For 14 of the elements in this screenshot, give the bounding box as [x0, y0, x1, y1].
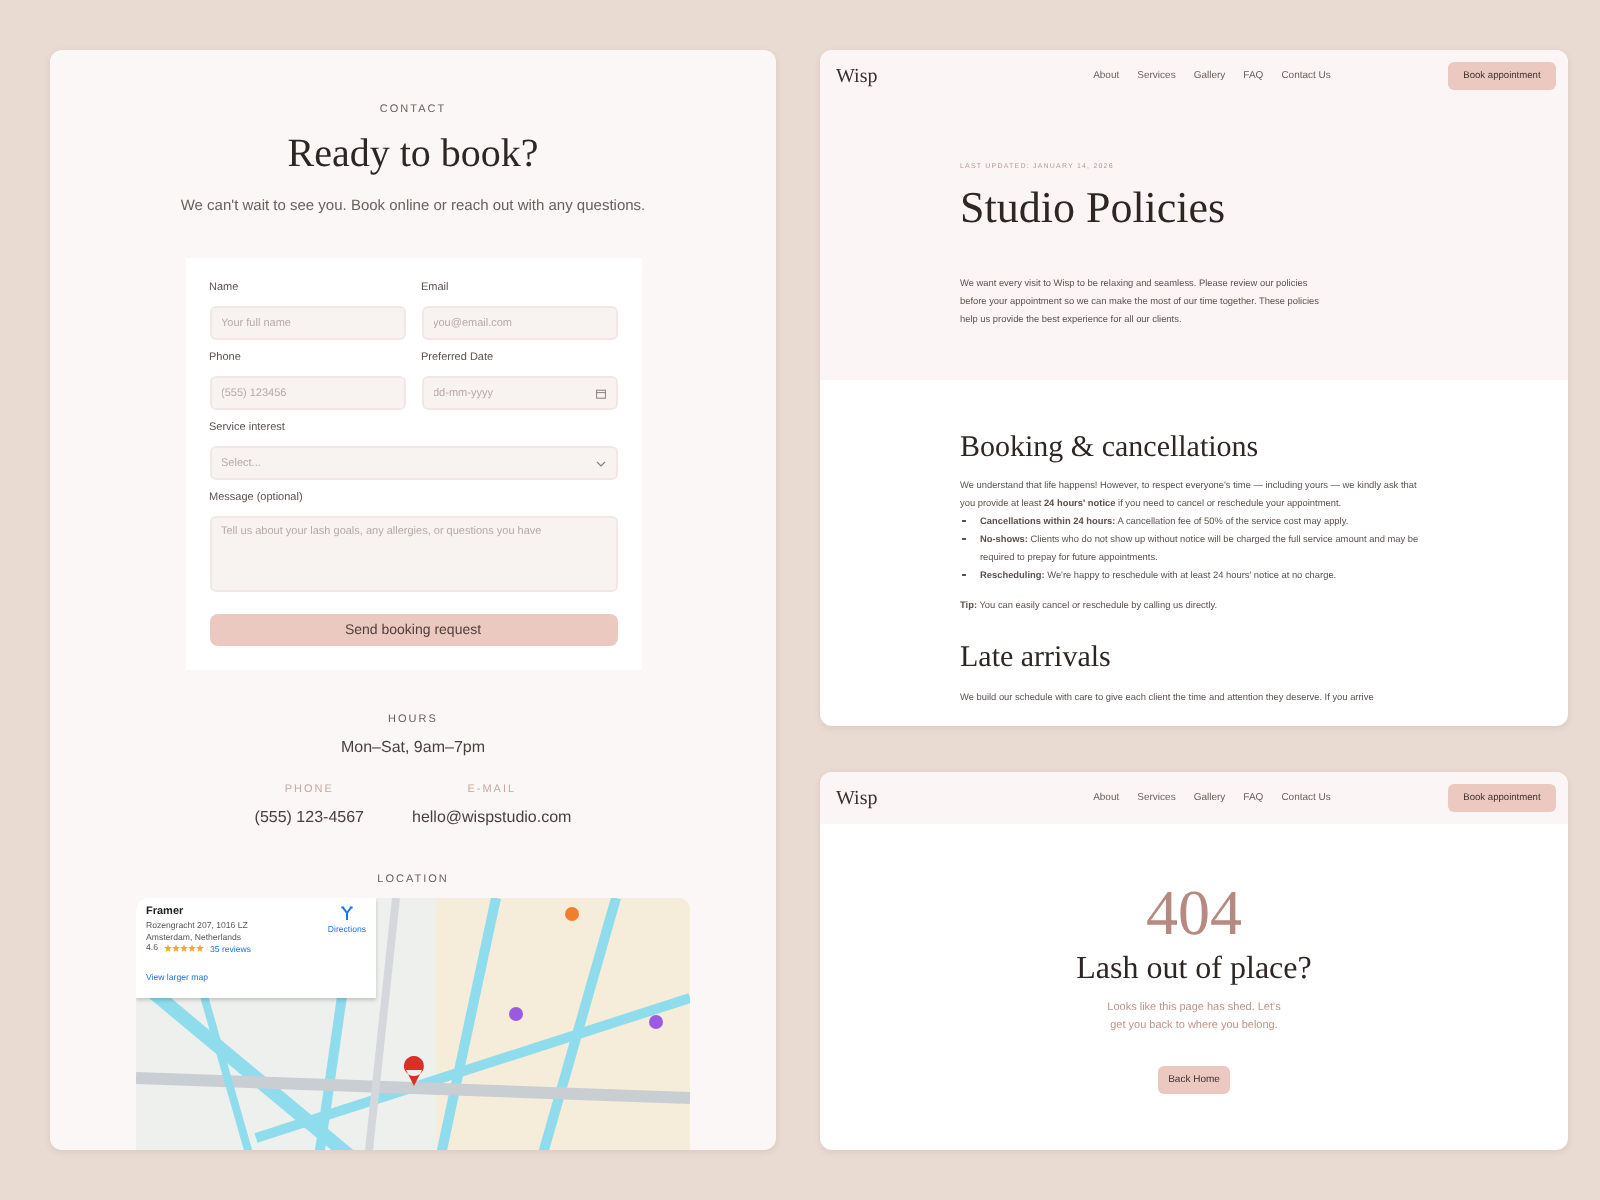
page-title: Ready to book?: [287, 132, 539, 178]
hours-text: Mon–Sat, 9am–7pm: [340, 738, 486, 756]
calendar-icon: [595, 388, 605, 398]
contact-value: (555) 123-4567: [254, 808, 364, 826]
logo[interactable]: Wisp: [836, 65, 976, 87]
error-code: 404: [1146, 880, 1242, 944]
section-title: Booking & cancellations: [960, 432, 1261, 466]
chevron-down-icon: [595, 460, 605, 466]
contact-value: hello@wispstudio.com: [412, 808, 572, 826]
logo[interactable]: Wisp: [836, 787, 976, 809]
section-title: Late arrivals: [960, 642, 1113, 676]
page-title: Studio Policies: [960, 182, 1228, 234]
directions-icon: [339, 906, 354, 920]
error-title: Lash out of place?: [1076, 952, 1312, 988]
